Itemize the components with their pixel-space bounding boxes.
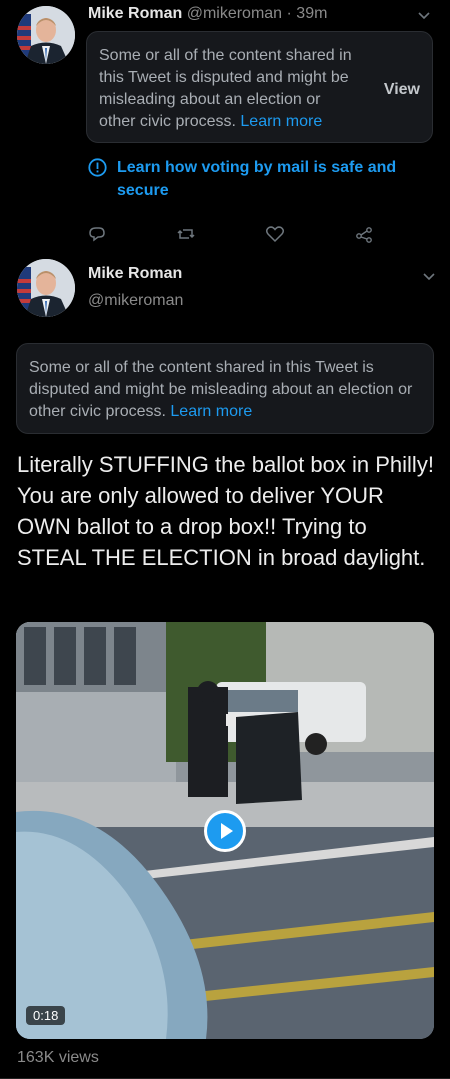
chevron-down-icon[interactable] [421, 268, 437, 284]
tweet-header: Mike Roman @mikeroman · 39m [88, 5, 327, 23]
video-duration: 0:18 [26, 1006, 66, 1025]
avatar[interactable] [17, 259, 75, 317]
author-name[interactable]: Mike Roman [88, 265, 182, 283]
avatar[interactable] [17, 6, 75, 64]
share-icon[interactable] [354, 224, 374, 244]
info-icon [88, 158, 107, 177]
play-icon[interactable] [204, 810, 246, 852]
learn-more-link[interactable]: Learn more [240, 113, 322, 130]
voting-info-link[interactable]: Learn how voting by mail is safe and sec… [88, 156, 418, 202]
reply-icon[interactable] [87, 224, 107, 244]
author-handle[interactable]: @mikeroman [88, 292, 183, 310]
author-handle[interactable]: @mikeroman [187, 5, 282, 22]
video-player[interactable]: 0:18 [16, 622, 434, 1039]
disputed-notice: Some or all of the content shared in thi… [86, 31, 433, 143]
view-count: 163K views [17, 1049, 99, 1066]
author-name[interactable]: Mike Roman [88, 5, 182, 22]
retweet-icon[interactable] [176, 224, 196, 244]
tweet-text: Literally STUFFING the ballot box in Phi… [17, 452, 434, 570]
view-button[interactable]: View [384, 79, 420, 101]
disputed-notice: Some or all of the content shared in thi… [16, 343, 434, 434]
learn-more-link[interactable]: Learn more [170, 403, 252, 420]
chevron-down-icon[interactable] [416, 7, 432, 23]
tweet-time[interactable]: · 39m [287, 5, 328, 22]
voting-info-label: Learn how voting by mail is safe and sec… [117, 159, 397, 199]
like-icon[interactable] [265, 224, 285, 244]
